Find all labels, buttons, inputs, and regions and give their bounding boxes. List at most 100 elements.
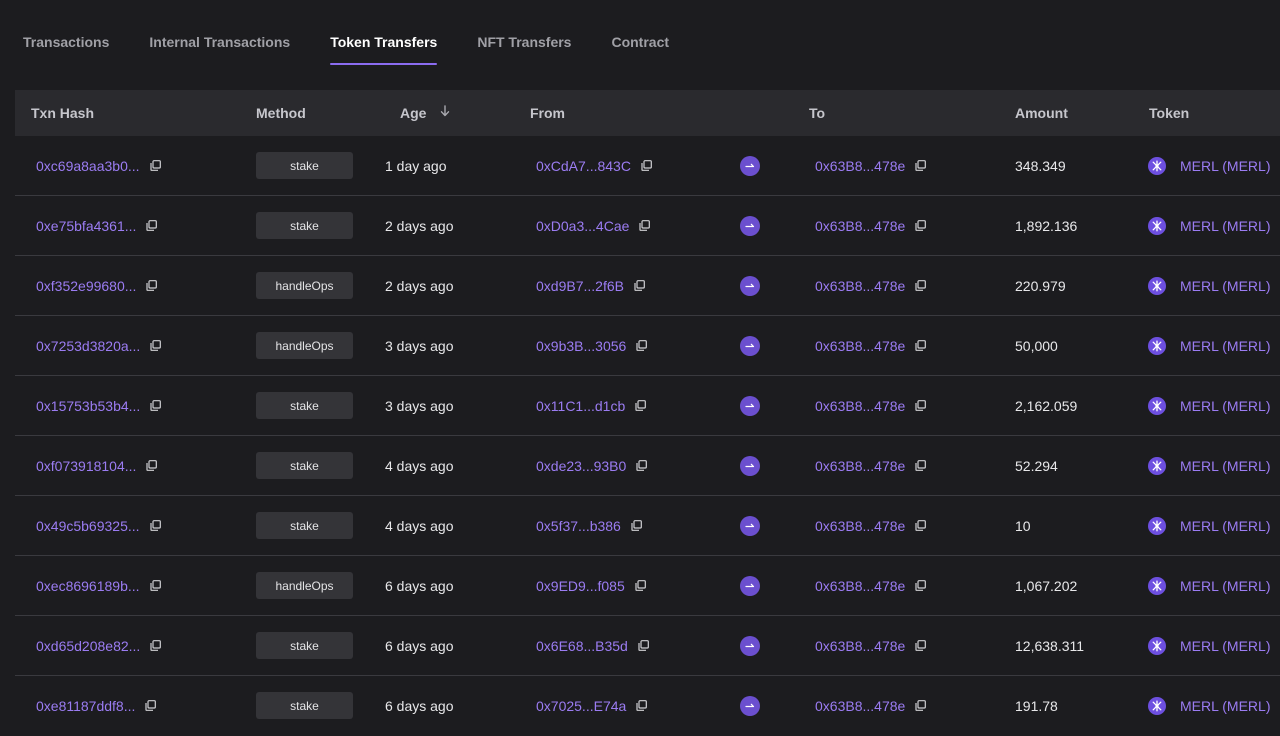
to-address-link[interactable]: 0x63B8...478e — [815, 338, 905, 354]
copy-icon[interactable] — [149, 160, 161, 171]
copy-icon[interactable] — [915, 640, 927, 651]
tab-bar: Transactions Internal Transactions Token… — [0, 0, 1280, 88]
table-header: Txn Hash Method Age From To Amount Token — [15, 90, 1280, 136]
method-cell: stake — [256, 616, 353, 675]
txn-hash-link[interactable]: 0x7253d3820a... — [36, 338, 140, 354]
txn-hash-link[interactable]: 0xc69a8aa3b0... — [36, 158, 140, 174]
copy-icon[interactable] — [915, 400, 927, 411]
copy-icon[interactable] — [915, 280, 927, 291]
tab-internal-transactions[interactable]: Internal Transactions — [149, 33, 290, 51]
to-address-link[interactable]: 0x63B8...478e — [815, 698, 905, 714]
from-cell: 0x6E68...B35d — [536, 616, 649, 675]
copy-icon[interactable] — [631, 520, 642, 531]
txn-hash-link[interactable]: 0xe81187ddf8... — [36, 698, 135, 714]
to-cell: 0x63B8...478e — [815, 196, 927, 255]
method-cell: stake — [256, 436, 353, 495]
from-cell: 0xd9B7...2f6B — [536, 256, 645, 315]
copy-icon[interactable] — [150, 340, 162, 351]
txn-hash-link[interactable]: 0xec8696189b... — [36, 578, 140, 594]
method-badge: handleOps — [256, 272, 353, 299]
from-address-link[interactable]: 0xD0a3...4Cae — [536, 218, 629, 234]
to-address-link[interactable]: 0x63B8...478e — [815, 638, 905, 654]
to-address-link[interactable]: 0x63B8...478e — [815, 578, 905, 594]
copy-icon[interactable] — [149, 520, 161, 531]
token-link[interactable]: MERL (MERL) — [1180, 398, 1271, 414]
table-row: 0x15753b53b4... stake 3 days ago 0x11C1.… — [15, 376, 1280, 436]
txn-hash-link[interactable]: 0x15753b53b4... — [36, 398, 140, 414]
method-badge: stake — [256, 152, 353, 179]
copy-icon[interactable] — [146, 280, 158, 291]
table-row: 0xf073918104... stake 4 days ago 0xde23.… — [15, 436, 1280, 496]
token-link[interactable]: MERL (MERL) — [1180, 578, 1271, 594]
copy-icon[interactable] — [638, 640, 649, 651]
token-link[interactable]: MERL (MERL) — [1180, 158, 1271, 174]
table-row: 0xc69a8aa3b0... stake 1 day ago 0xCdA7..… — [15, 136, 1280, 196]
to-address-link[interactable]: 0x63B8...478e — [815, 398, 905, 414]
copy-icon[interactable] — [915, 520, 927, 531]
copy-icon[interactable] — [150, 400, 162, 411]
copy-icon[interactable] — [915, 460, 927, 471]
from-address-link[interactable]: 0x7025...E74a — [536, 698, 626, 714]
token-link[interactable]: MERL (MERL) — [1180, 698, 1271, 714]
token-link[interactable]: MERL (MERL) — [1180, 278, 1271, 294]
copy-icon[interactable] — [639, 220, 651, 231]
token-link[interactable]: MERL (MERL) — [1180, 338, 1271, 354]
token-link[interactable]: MERL (MERL) — [1180, 218, 1271, 234]
from-address-link[interactable]: 0xd9B7...2f6B — [536, 278, 624, 294]
copy-icon[interactable] — [635, 400, 647, 411]
copy-icon[interactable] — [915, 580, 927, 591]
to-address-link[interactable]: 0x63B8...478e — [815, 218, 905, 234]
from-address-link[interactable]: 0x9b3B...3056 — [536, 338, 626, 354]
txn-hash-link[interactable]: 0xf352e99680... — [36, 278, 136, 294]
copy-icon[interactable] — [915, 220, 927, 231]
txn-hash-link[interactable]: 0xf073918104... — [36, 458, 136, 474]
method-cell: handleOps — [256, 556, 353, 615]
to-address-link[interactable]: 0x63B8...478e — [815, 278, 905, 294]
copy-icon[interactable] — [641, 160, 652, 171]
from-address-link[interactable]: 0x9ED9...f085 — [536, 578, 625, 594]
tab-contract[interactable]: Contract — [611, 33, 669, 51]
tab-token-transfers[interactable]: Token Transfers — [330, 33, 438, 65]
copy-icon[interactable] — [636, 340, 648, 351]
from-address-link[interactable]: 0xCdA7...843C — [536, 158, 631, 174]
to-cell: 0x63B8...478e — [815, 616, 927, 675]
txn-hash-cell: 0x49c5b69325... — [36, 496, 161, 555]
to-address-link[interactable]: 0x63B8...478e — [815, 458, 905, 474]
copy-icon[interactable] — [635, 580, 646, 591]
from-address-link[interactable]: 0x5f37...b386 — [536, 518, 621, 534]
from-address-link[interactable]: 0xde23...93B0 — [536, 458, 626, 474]
txn-hash-link[interactable]: 0xd65d208e82... — [36, 638, 140, 654]
txn-hash-cell: 0xe81187ddf8... — [36, 676, 157, 735]
copy-icon[interactable] — [915, 700, 927, 711]
copy-icon[interactable] — [634, 280, 645, 291]
txn-hash-link[interactable]: 0x49c5b69325... — [36, 518, 140, 534]
tab-nft-transfers[interactable]: NFT Transfers — [477, 33, 571, 51]
token-link[interactable]: MERL (MERL) — [1180, 518, 1271, 534]
copy-icon[interactable] — [915, 340, 927, 351]
copy-icon[interactable] — [149, 580, 161, 591]
txn-hash-cell: 0xc69a8aa3b0... — [36, 136, 161, 195]
token-link[interactable]: MERL (MERL) — [1180, 458, 1271, 474]
from-address-link[interactable]: 0x6E68...B35d — [536, 638, 628, 654]
tab-transactions[interactable]: Transactions — [23, 33, 109, 51]
token-cell: MERL (MERL) — [1148, 496, 1271, 555]
age-text: 6 days ago — [385, 697, 454, 714]
method-badge: handleOps — [256, 332, 353, 359]
from-address-link[interactable]: 0x11C1...d1cb — [536, 398, 625, 414]
token-link[interactable]: MERL (MERL) — [1180, 638, 1271, 654]
header-age[interactable]: Age — [400, 90, 450, 136]
copy-icon[interactable] — [636, 700, 648, 711]
to-address-link[interactable]: 0x63B8...478e — [815, 518, 905, 534]
copy-icon[interactable] — [145, 700, 157, 711]
txn-hash-link[interactable]: 0xe75bfa4361... — [36, 218, 136, 234]
copy-icon[interactable] — [150, 640, 162, 651]
to-address-link[interactable]: 0x63B8...478e — [815, 158, 905, 174]
copy-icon[interactable] — [915, 160, 927, 171]
table-row: 0x7253d3820a... handleOps 3 days ago 0x9… — [15, 316, 1280, 376]
copy-icon[interactable] — [146, 220, 158, 231]
copy-icon[interactable] — [146, 460, 158, 471]
from-cell: 0x7025...E74a — [536, 676, 648, 735]
copy-icon[interactable] — [636, 460, 648, 471]
arrow-down-icon[interactable] — [440, 89, 450, 135]
merl-token-icon — [1148, 156, 1166, 175]
